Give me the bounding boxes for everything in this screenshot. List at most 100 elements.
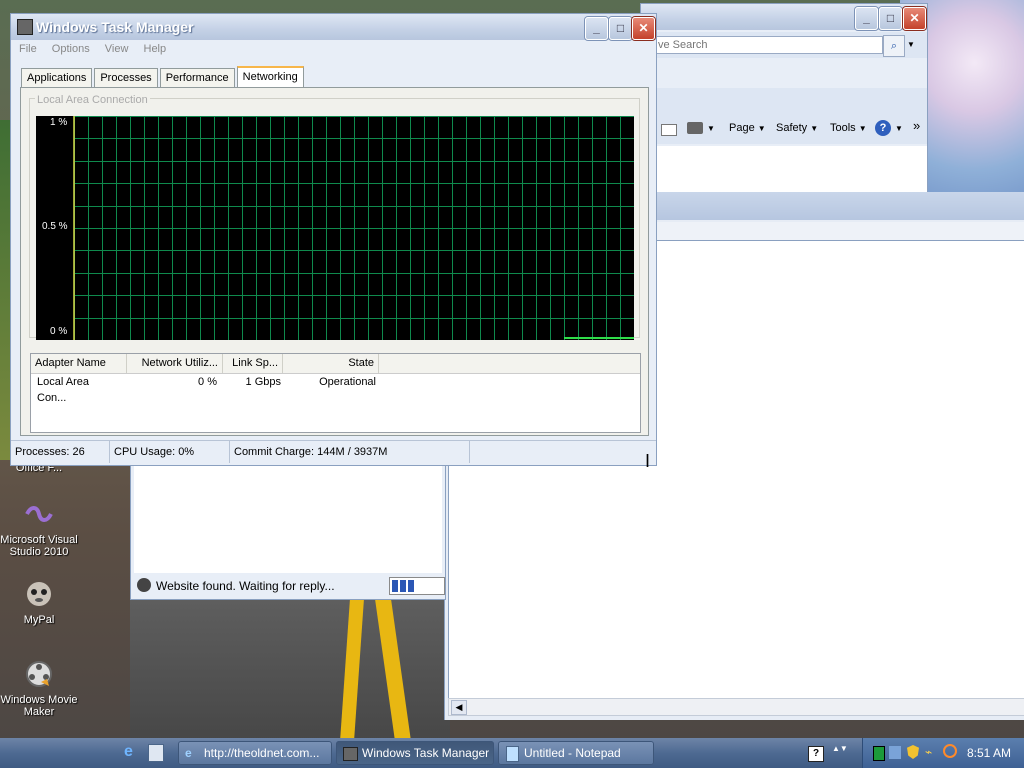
- adapter-table: Adapter Name Network Utiliz... Link Sp..…: [30, 353, 641, 433]
- progress-bar: [389, 577, 445, 595]
- task-manager-titlebar[interactable]: Windows Task Manager: [11, 14, 656, 40]
- menubar: File Options View Help: [19, 43, 178, 55]
- scroll-left-icon[interactable]: ◀: [451, 700, 467, 715]
- print-dropdown-icon[interactable]: ▼: [707, 124, 715, 133]
- security-shield-icon[interactable]: [907, 745, 919, 759]
- taskbar-button-task-manager[interactable]: Windows Task Manager: [336, 741, 494, 765]
- column-header-state[interactable]: State: [283, 354, 379, 373]
- help-icon[interactable]: ?: [875, 120, 891, 136]
- mail-icon[interactable]: [661, 124, 677, 136]
- graph-canvas: [73, 116, 635, 341]
- browser-search-area: ⌕ ▼: [641, 32, 927, 58]
- menu-help[interactable]: Help: [144, 43, 167, 55]
- menu-view[interactable]: View: [105, 43, 129, 55]
- print-icon[interactable]: [687, 122, 703, 134]
- y-label-bottom: 0 %: [50, 326, 68, 337]
- desktop-icon-mypal[interactable]: MyPal: [0, 578, 82, 626]
- browser-window[interactable]: _ □ ✕ ⌕ ▼ ▼ Page ▼ Safety ▼ Tools ▼ ? ▼ …: [640, 3, 928, 193]
- page-menu-label: Page: [729, 122, 755, 134]
- browser-page-area: [134, 465, 442, 573]
- safety-menu-label: Safety: [776, 122, 808, 134]
- tools-menu[interactable]: Tools ▼: [830, 122, 867, 134]
- system-tray: ⌁ 8:51 AM: [862, 738, 1024, 768]
- column-header-adapter[interactable]: Adapter Name: [31, 354, 127, 373]
- minimize-button[interactable]: _: [855, 7, 878, 30]
- networking-panel: Local Area Connection 1 % 0.5 % 0 % Adap…: [20, 87, 649, 436]
- browser-status: Website found. Waiting for reply...: [134, 575, 386, 595]
- visual-studio-icon: [23, 498, 55, 530]
- menu-file[interactable]: File: [19, 43, 37, 55]
- taskbar: e e http://theoldnet.com... Windows Task…: [0, 738, 1024, 768]
- clock[interactable]: 8:51 AM: [967, 746, 1011, 760]
- loading-icon: [137, 578, 151, 592]
- cell-state: Operational: [319, 376, 376, 388]
- task-manager-tray-icon[interactable]: [873, 746, 885, 761]
- status-text: Website found. Waiting for reply...: [156, 579, 335, 593]
- taskbar-button-browser[interactable]: e http://theoldnet.com...: [178, 741, 332, 765]
- power-icon[interactable]: ⌁: [925, 745, 932, 759]
- status-processes: Processes: 26: [11, 441, 110, 463]
- cell-utilization: 0 %: [198, 376, 217, 388]
- window-title: Windows Task Manager: [36, 19, 194, 35]
- help-tray-icon[interactable]: ?: [808, 746, 824, 762]
- desktop-icon-visual-studio[interactable]: Microsoft Visual Studio 2010: [0, 498, 82, 558]
- toolbar-overflow-icon[interactable]: »: [913, 118, 920, 133]
- minimize-button[interactable]: _: [585, 17, 608, 40]
- taskbar-button-label: Untitled - Notepad: [524, 746, 621, 760]
- cell-adapter-name: Local Area Con...: [37, 376, 89, 404]
- taskbar-button-label: Windows Task Manager: [362, 746, 490, 760]
- close-button[interactable]: ✕: [903, 7, 926, 30]
- page-menu[interactable]: Page ▼: [729, 122, 766, 134]
- search-tray-icon[interactable]: [943, 744, 957, 758]
- task-manager-window[interactable]: Windows Task Manager _ □ ✕ File Options …: [10, 13, 657, 466]
- column-header-link-speed[interactable]: Link Sp...: [223, 354, 283, 373]
- task-manager-icon: [343, 747, 358, 761]
- search-input[interactable]: [655, 36, 883, 54]
- table-row[interactable]: Local Area Con... 0 % 1 Gbps Operational: [31, 374, 640, 404]
- tab-strip: Applications Processes Performance Netwo…: [21, 66, 304, 89]
- browser-window-lower[interactable]: Website found. Waiting for reply...: [130, 462, 446, 600]
- desktop-icon-label: MyPal: [23, 614, 55, 626]
- desktop-icon-label: Microsoft Visual Studio 2010: [0, 534, 78, 558]
- status-cpu: CPU Usage: 0%: [110, 441, 230, 463]
- maximize-button[interactable]: □: [609, 17, 632, 40]
- desktop-icon-movie-maker[interactable]: Windows Movie Maker: [0, 658, 82, 718]
- close-button[interactable]: ✕: [632, 17, 655, 40]
- table-header: Adapter Name Network Utiliz... Link Sp..…: [31, 354, 640, 374]
- help-dropdown-icon[interactable]: ▼: [895, 124, 903, 133]
- search-icon[interactable]: ⌕: [883, 35, 905, 57]
- network-graph: 1 % 0.5 % 0 %: [36, 116, 635, 341]
- tray-expand-icon[interactable]: ▲▼: [832, 744, 848, 753]
- mouse-cursor-icon: I: [645, 452, 650, 474]
- safety-menu[interactable]: Safety ▼: [776, 122, 818, 134]
- status-bar: Processes: 26 CPU Usage: 0% Commit Charg…: [11, 440, 656, 463]
- status-commit: Commit Charge: 144M / 3937M: [230, 441, 470, 463]
- tab-networking[interactable]: Networking: [236, 66, 304, 87]
- tab-applications[interactable]: Applications: [21, 68, 93, 89]
- y-label-top: 1 %: [50, 117, 68, 128]
- taskbar-button-label: http://theoldnet.com...: [204, 746, 320, 760]
- notepad-icon: [506, 746, 519, 762]
- progress-fill: [392, 580, 416, 592]
- movie-maker-icon: [23, 658, 55, 690]
- tab-processes[interactable]: Processes: [94, 68, 158, 89]
- taskbar-button-notepad[interactable]: Untitled - Notepad: [498, 741, 654, 765]
- column-header-utilization[interactable]: Network Utiliz...: [127, 354, 223, 373]
- network-icon[interactable]: [889, 746, 901, 759]
- ie-icon: e: [185, 746, 192, 760]
- menu-options[interactable]: Options: [52, 43, 90, 55]
- tools-menu-label: Tools: [830, 122, 856, 134]
- group-title: Local Area Connection: [35, 94, 150, 106]
- mypal-icon: [23, 578, 55, 610]
- maximize-button[interactable]: □: [879, 7, 902, 30]
- tab-performance[interactable]: Performance: [159, 68, 235, 89]
- desktop-icon-label: Windows Movie Maker: [0, 694, 78, 718]
- horizontal-scrollbar[interactable]: ◀: [448, 698, 1024, 716]
- browser-toolbar: ▼ Page ▼ Safety ▼ Tools ▼ ? ▼ »: [641, 88, 927, 144]
- ie-quicklaunch-icon[interactable]: e: [124, 743, 142, 761]
- show-desktop-icon[interactable]: [148, 744, 164, 762]
- cell-link-speed: 1 Gbps: [245, 376, 281, 388]
- search-dropdown-icon[interactable]: ▼: [905, 35, 917, 55]
- y-label-mid: 0.5 %: [42, 221, 68, 232]
- browser-content: [641, 146, 927, 192]
